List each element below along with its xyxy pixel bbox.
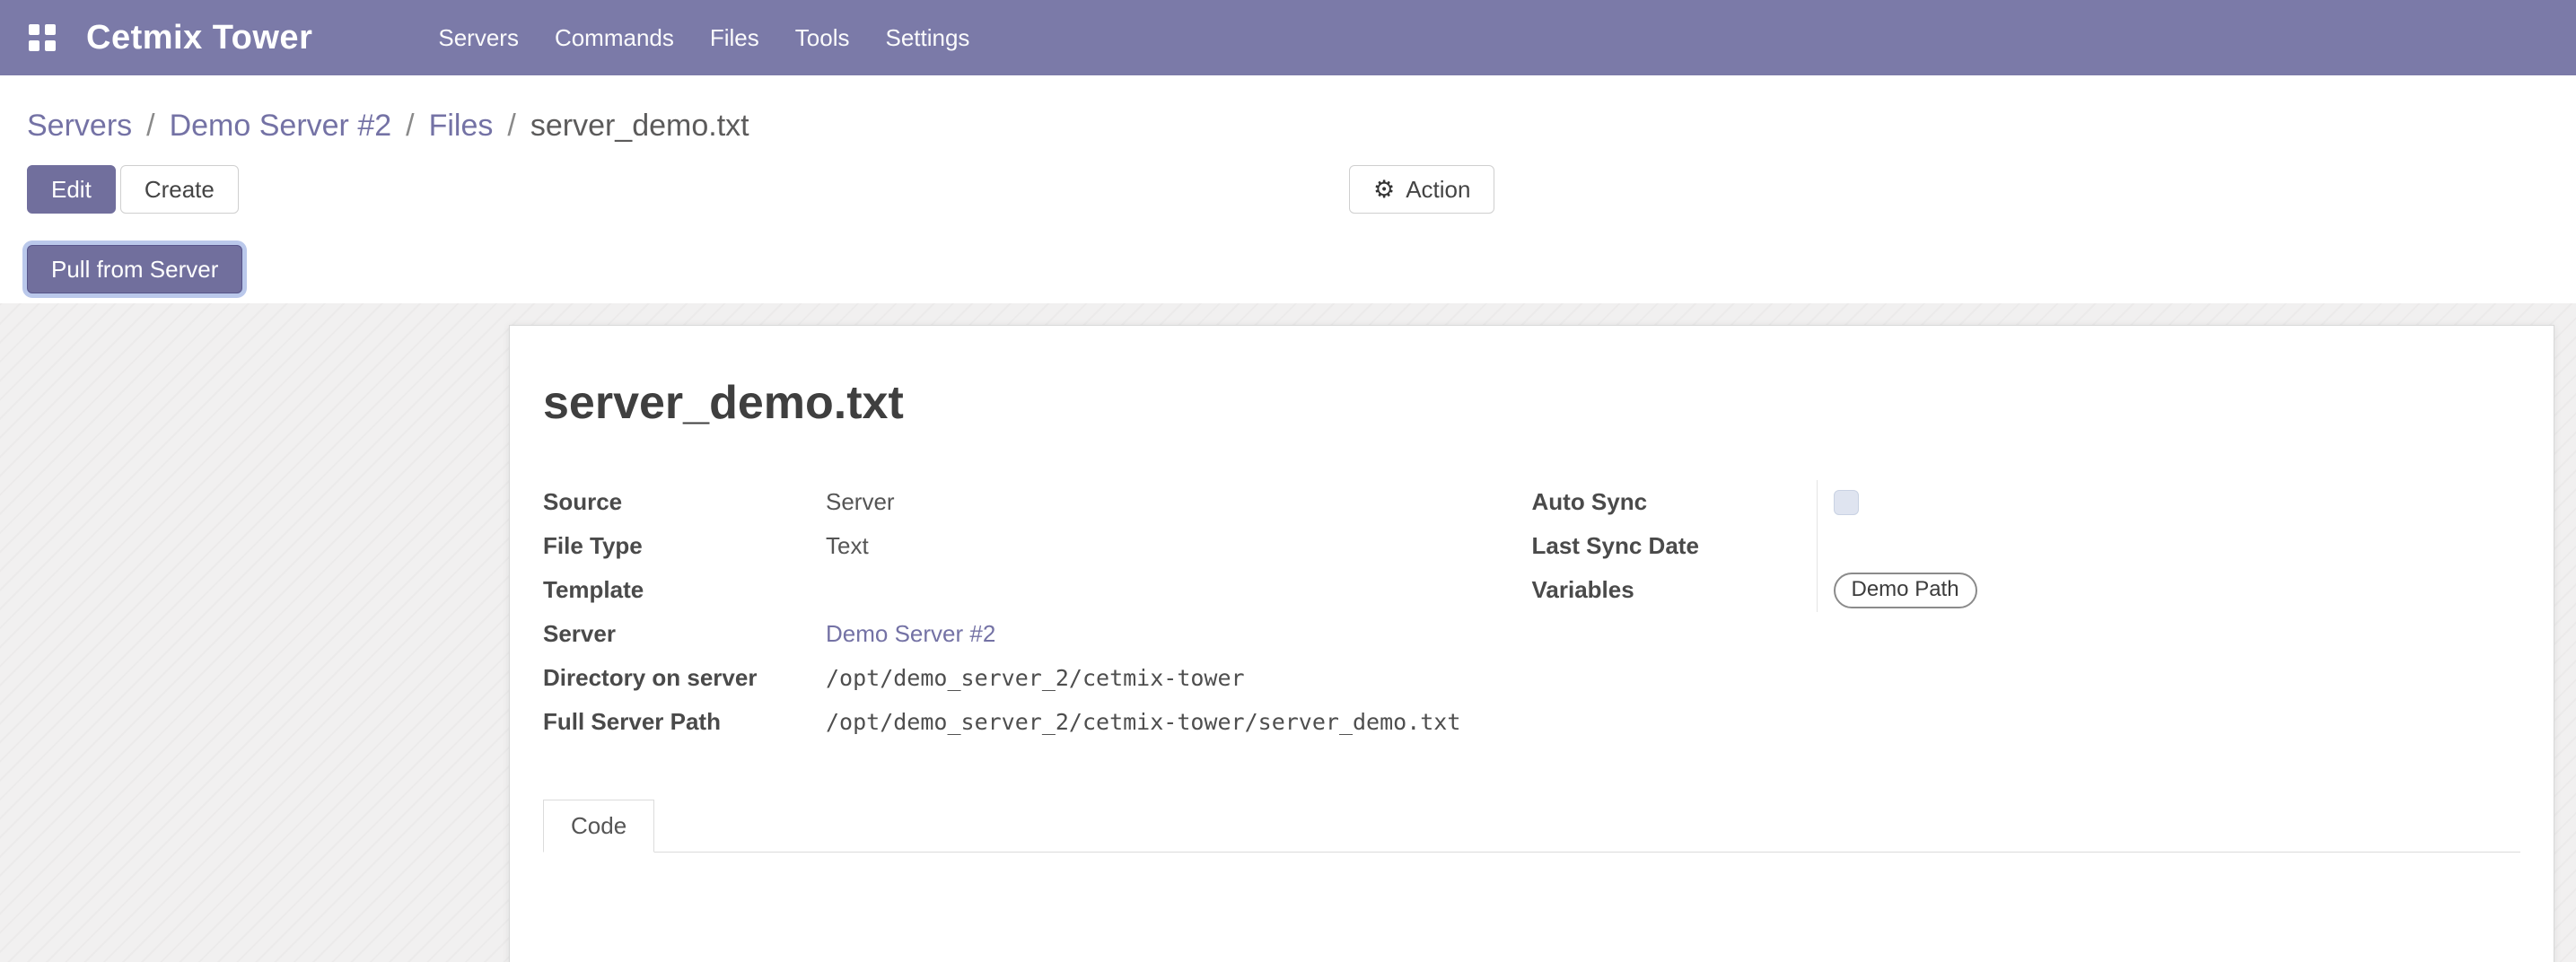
breadcrumb-link-files[interactable]: Files [429, 109, 494, 144]
field-label: Template [543, 576, 826, 604]
form-sheet: server_demo.txt Source Server File Type … [509, 325, 2554, 962]
action-menu-button[interactable]: ⚙ Action [1349, 165, 1494, 214]
field-row-file-type: File Type Text [543, 524, 1532, 568]
field-group-right: Auto Sync Last Sync Date Variables [1532, 480, 2521, 744]
field-row-template: Template [543, 568, 1532, 612]
field-value-cell [1817, 480, 2521, 524]
control-buttons-row: Edit Create ⚙ Action [27, 165, 2549, 214]
breadcrumb-current: server_demo.txt [530, 109, 749, 144]
field-label: Last Sync Date [1532, 532, 1817, 560]
variable-tag: Demo Path [1834, 573, 1977, 608]
field-value-full-path: /opt/demo_server_2/cetmix-tower/server_d… [826, 709, 1460, 735]
field-value-directory: /opt/demo_server_2/cetmix-tower [826, 665, 1245, 691]
field-label: Server [543, 620, 826, 648]
field-group-left: Source Server File Type Text Template Se… [543, 480, 1532, 744]
menu-item-tools[interactable]: Tools [777, 0, 868, 75]
control-panel: Servers / Demo Server #2 / Files / serve… [0, 75, 2576, 303]
field-value-file-type: Text [826, 532, 869, 560]
field-row-directory: Directory on server /opt/demo_server_2/c… [543, 656, 1532, 700]
field-label: File Type [543, 532, 826, 560]
field-value-cell [1817, 524, 2521, 568]
field-row-variables: Variables Demo Path [1532, 568, 2521, 612]
breadcrumb-separator: / [507, 109, 515, 144]
apps-grid-square [45, 40, 56, 51]
main-content: server_demo.txt Source Server File Type … [0, 303, 2576, 962]
app-brand[interactable]: Cetmix Tower [86, 19, 312, 57]
field-label: Variables [1532, 576, 1817, 604]
field-label: Source [543, 488, 826, 516]
field-label: Directory on server [543, 664, 826, 692]
pull-from-server-button[interactable]: Pull from Server [27, 245, 242, 293]
menu-item-files[interactable]: Files [692, 0, 777, 75]
apps-grid-square [45, 24, 56, 35]
top-navbar: Cetmix Tower Servers Commands Files Tool… [0, 0, 2576, 75]
menu-item-servers[interactable]: Servers [420, 0, 537, 75]
menu-item-commands[interactable]: Commands [537, 0, 692, 75]
action-menu-label: Action [1406, 176, 1470, 204]
gear-icon: ⚙ [1373, 176, 1395, 204]
field-label: Auto Sync [1532, 488, 1817, 516]
edit-button[interactable]: Edit [27, 165, 116, 214]
field-groups: Source Server File Type Text Template Se… [543, 480, 2520, 744]
field-value-source: Server [826, 488, 895, 516]
notebook-tabs: Code [543, 800, 2520, 853]
create-button[interactable]: Create [120, 165, 239, 214]
record-title: server_demo.txt [543, 376, 2520, 430]
breadcrumb-link-demo-server[interactable]: Demo Server #2 [170, 109, 392, 144]
breadcrumb-link-servers[interactable]: Servers [27, 109, 132, 144]
apps-grid-icon[interactable] [29, 24, 56, 51]
apps-grid-square [29, 24, 39, 35]
tab-code[interactable]: Code [543, 800, 654, 853]
screen: Cetmix Tower Servers Commands Files Tool… [0, 0, 2576, 962]
menu-item-settings[interactable]: Settings [867, 0, 987, 75]
apps-grid-square [29, 40, 39, 51]
object-buttons-row: Pull from Server [27, 244, 2549, 294]
breadcrumb: Servers / Demo Server #2 / Files / serve… [27, 75, 2549, 145]
auto-sync-checkbox [1834, 490, 1859, 515]
field-value-cell: Demo Path [1817, 568, 2521, 612]
breadcrumb-separator: / [146, 109, 154, 144]
field-row-last-sync-date: Last Sync Date [1532, 524, 2521, 568]
field-row-full-path: Full Server Path /opt/demo_server_2/cetm… [543, 700, 1532, 744]
field-row-source: Source Server [543, 480, 1532, 524]
tab-content-code [543, 853, 2520, 962]
main-menu: Servers Commands Files Tools Settings [420, 0, 987, 75]
breadcrumb-separator: / [406, 109, 414, 144]
field-row-auto-sync: Auto Sync [1532, 480, 2521, 524]
field-value-server-link[interactable]: Demo Server #2 [826, 620, 995, 648]
field-label: Full Server Path [543, 708, 826, 736]
field-row-server: Server Demo Server #2 [543, 612, 1532, 656]
